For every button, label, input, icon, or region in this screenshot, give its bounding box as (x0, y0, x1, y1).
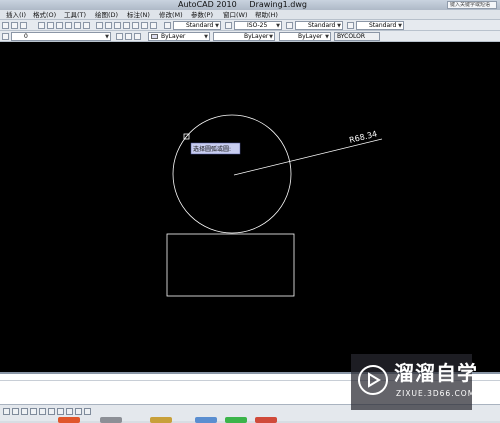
lineweight-select[interactable]: ByLayer ▼ (279, 32, 331, 41)
dim-style-value: ISO-25 (247, 22, 268, 29)
grid-icon[interactable] (12, 408, 19, 415)
watermark: 溜溜自学 ZIXUE.3D66.COM (351, 354, 477, 410)
taskbar-app-icon[interactable] (255, 417, 277, 423)
chevron-down-icon: ▼ (398, 23, 402, 29)
table-style-icon (286, 22, 293, 29)
open-file-icon[interactable] (11, 22, 18, 29)
drawing-canvas[interactable]: R68.34 选择圆弧或圆: (0, 42, 500, 372)
chevron-down-icon: ▼ (269, 34, 273, 40)
osnap-icon[interactable] (39, 408, 46, 415)
linetype-select[interactable]: ByLayer ▼ (213, 32, 275, 41)
help-search-input[interactable]: 键入关键字或短语 (447, 1, 497, 9)
help-icon[interactable] (150, 22, 157, 29)
dim-style-icon (225, 22, 232, 29)
multileader-style-icon (347, 22, 354, 29)
make-current-layer-icon[interactable] (116, 33, 123, 40)
drawing-svg: R68.34 选择圆弧或圆: (166, 114, 383, 297)
taskbar-app-icon[interactable] (100, 417, 122, 423)
lineweight-icon[interactable] (75, 408, 82, 415)
design-center-icon[interactable] (105, 22, 112, 29)
menu-tools[interactable]: 工具(T) (64, 10, 86, 20)
tooltip-text: 选择圆弧或圆: (193, 145, 231, 153)
layer-select[interactable]: 0 ▼ (11, 32, 111, 41)
tool-palettes-icon[interactable] (114, 22, 121, 29)
taskbar-app-icon[interactable] (150, 417, 172, 423)
taskbar-app-icon[interactable] (195, 417, 217, 423)
plot-style-select[interactable]: BYCOLOR (334, 32, 380, 41)
menu-bar: 插入(I) 格式(O) 工具(T) 绘图(D) 标注(N) 修改(M) 参数(P… (0, 10, 500, 20)
watermark-title: 溜溜自学 (394, 361, 478, 385)
play-logo-icon (358, 365, 388, 395)
chevron-down-icon: ▼ (215, 23, 219, 29)
color-value: ByLayer (161, 33, 186, 40)
menu-help[interactable]: 帮助(H) (255, 10, 278, 20)
layer-value: 0 (24, 33, 28, 40)
plot-style-value: BYCOLOR (337, 33, 366, 40)
watermark-subtitle: ZIXUE.3D66.COM (396, 389, 476, 398)
layer-iso-icon[interactable] (134, 33, 141, 40)
menu-dimension[interactable]: 标注(N) (127, 10, 150, 20)
standard-toolbar: Standard ▼ ISO-25 ▼ Standard ▼ Standard ▼ (0, 20, 500, 31)
chevron-down-icon: ▼ (105, 34, 109, 40)
rectangle-entity[interactable] (166, 233, 295, 297)
menu-insert[interactable]: 插入(I) (6, 10, 26, 20)
properties-toolbar: 0 ▼ ByLayer ▼ ByLayer ▼ ByLayer ▼ BYCOLOR (0, 31, 500, 42)
title-bar: AutoCAD 2010 Drawing1.dwg 键入关键字或短语 (0, 0, 500, 10)
ducs-icon[interactable] (57, 408, 64, 415)
snap-icon[interactable] (3, 408, 10, 415)
chevron-down-icon: ▼ (204, 34, 208, 40)
zoom-window-icon[interactable] (74, 22, 81, 29)
sheet-set-icon[interactable] (123, 22, 130, 29)
taskbar-app-icon[interactable] (225, 417, 247, 423)
menu-draw[interactable]: 绘图(D) (95, 10, 118, 20)
dimension-text: R68.34 (348, 129, 378, 145)
lineweight-value: ByLayer (298, 33, 323, 40)
ortho-icon[interactable] (21, 408, 28, 415)
menu-window[interactable]: 窗口(W) (223, 10, 248, 20)
pan-icon[interactable] (56, 22, 63, 29)
layer-previous-icon[interactable] (125, 33, 132, 40)
circle-entity[interactable] (172, 114, 292, 234)
zoom-realtime-icon[interactable] (65, 22, 72, 29)
new-file-icon[interactable] (2, 22, 9, 29)
table-style-value: Standard (308, 22, 336, 29)
quick-properties-icon[interactable] (84, 408, 91, 415)
zoom-previous-icon[interactable] (83, 22, 90, 29)
menu-parametric[interactable]: 参数(P) (191, 10, 213, 20)
redo-icon[interactable] (47, 22, 54, 29)
chevron-down-icon: ▼ (337, 23, 341, 29)
undo-icon[interactable] (38, 22, 45, 29)
multileader-style-select[interactable]: Standard ▼ (356, 21, 404, 30)
save-icon[interactable] (20, 22, 27, 29)
dyn-icon[interactable] (66, 408, 73, 415)
window-title: AutoCAD 2010 Drawing1.dwg (178, 0, 308, 9)
radius-dimension-line[interactable] (233, 138, 383, 176)
color-swatch-icon (151, 34, 158, 39)
linetype-value: ByLayer (244, 33, 269, 40)
text-style-value: Standard (186, 22, 214, 29)
taskbar-app-icon[interactable] (58, 417, 80, 423)
text-style-select[interactable]: Standard ▼ (173, 21, 221, 30)
properties-icon[interactable] (96, 22, 103, 29)
table-style-select[interactable]: Standard ▼ (295, 21, 343, 30)
dim-style-select[interactable]: ISO-25 ▼ (234, 21, 282, 30)
play-triangle-icon (368, 372, 381, 388)
menu-format[interactable]: 格式(O) (33, 10, 56, 20)
polar-icon[interactable] (30, 408, 37, 415)
menu-modify[interactable]: 修改(M) (159, 10, 183, 20)
layer-state-icon[interactable] (2, 33, 9, 40)
otrack-icon[interactable] (48, 408, 55, 415)
chevron-down-icon: ▼ (276, 23, 280, 29)
multileader-style-value: Standard (369, 22, 397, 29)
text-style-icon (164, 22, 171, 29)
color-select[interactable]: ByLayer ▼ (148, 32, 210, 41)
chevron-down-icon: ▼ (325, 34, 329, 40)
calculator-icon[interactable] (141, 22, 148, 29)
markup-icon[interactable] (132, 22, 139, 29)
